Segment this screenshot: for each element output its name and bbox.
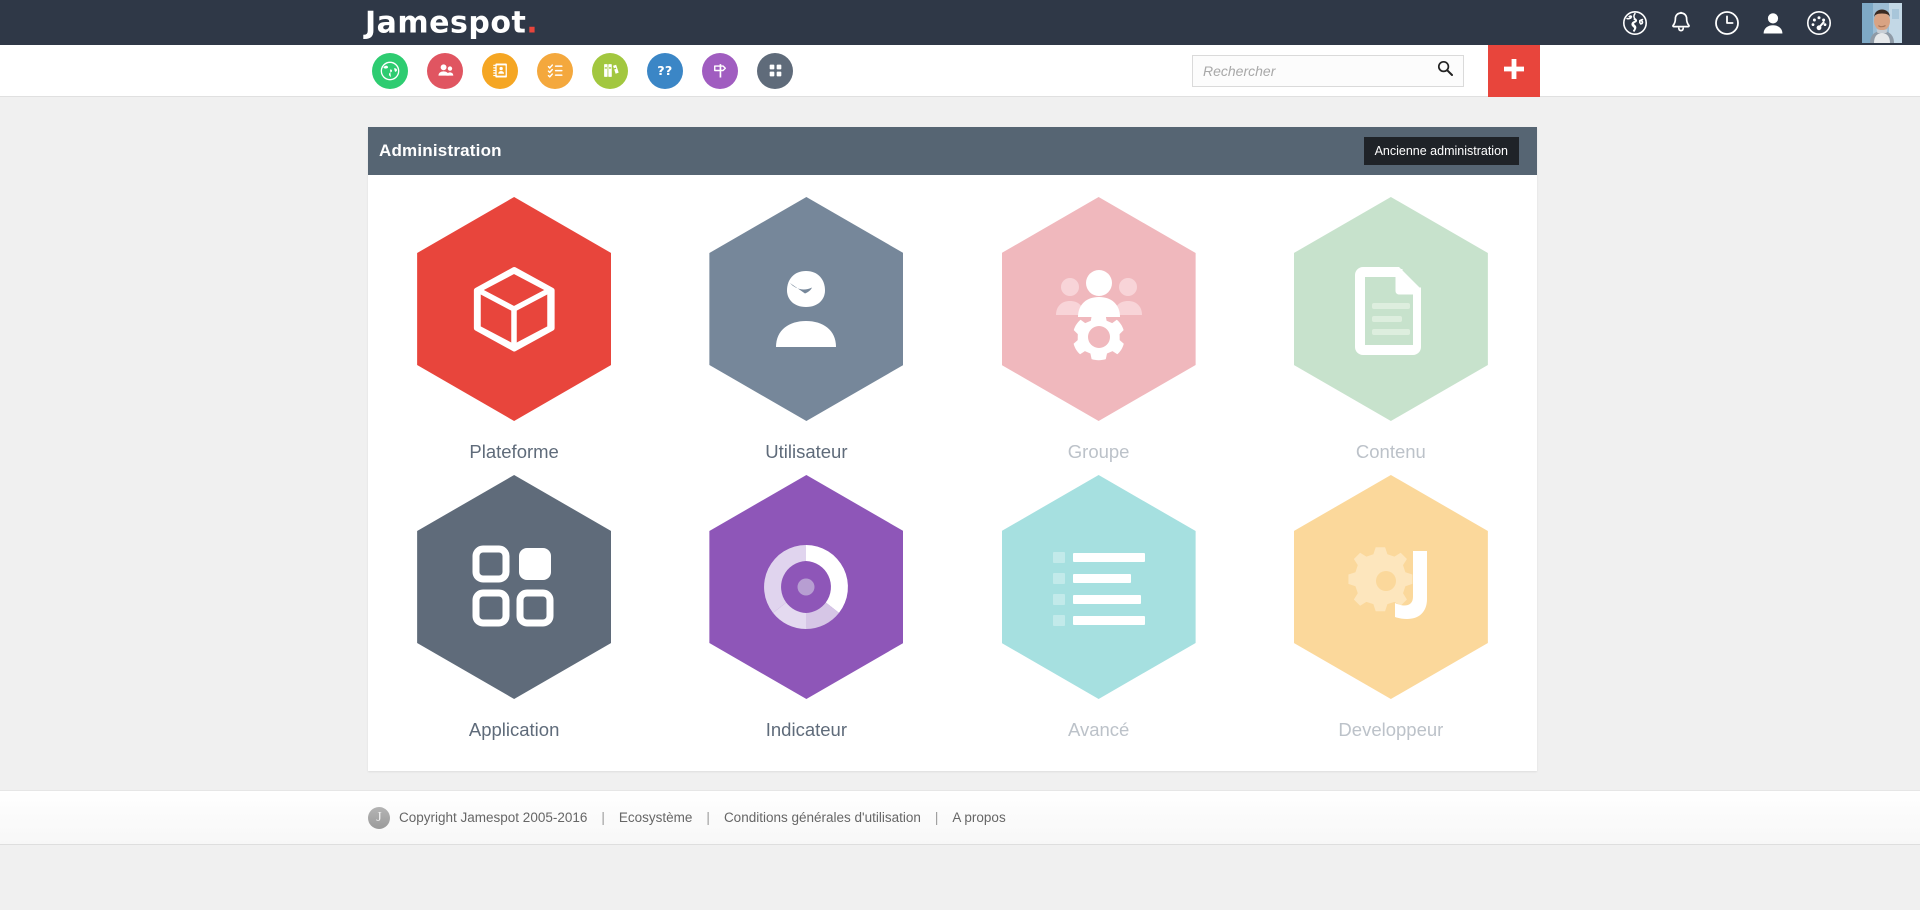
hexagon-groupe [1001,197,1196,421]
hexagon-application [417,475,612,699]
gear-j-icon [1335,537,1447,637]
hexagon-indicateur [709,475,904,699]
card-header: Administration Ancienne administration [368,127,1537,175]
donut-icon [752,533,860,641]
document-icon [1341,257,1441,361]
tile-label: Plateforme [469,441,559,462]
footer-content: J Copyright Jamespot 2005-2016 | Ecosyst… [368,806,1006,829]
user-icon[interactable] [1760,10,1786,36]
tile-label: Groupe [1067,441,1130,462]
jamespot-logo-icon: J [368,806,390,829]
administration-card: Administration Ancienne administration P… [368,127,1537,771]
plus-icon [1501,56,1527,87]
search-input[interactable] [1203,62,1437,79]
svg-text:?: ? [657,64,664,79]
app-faq-icon[interactable]: ?? [647,52,683,89]
avatar[interactable] [1862,3,1902,43]
app-checklist-icon[interactable] [537,52,573,89]
tile-label: Avancé [1067,719,1130,740]
tile-label: Utilisateur [765,441,848,462]
add-button[interactable] [1488,45,1540,97]
page-title: Administration [379,141,502,160]
copyright-text: Copyright Jamespot 2005-2016 [399,810,588,825]
footer-link-conditions[interactable]: Conditions générales d'utilisation [724,810,921,825]
tile-plateforme[interactable]: Plateforme [368,197,660,475]
bell-icon[interactable] [1668,10,1694,36]
search-box[interactable] [1192,54,1464,87]
app-launcher-icons: ?? [372,52,793,89]
admin-tiles-grid: Plateforme Utilisateur Groupe Contenu Ap… [368,175,1537,753]
footer-separator-3: | [934,810,939,825]
cube-icon [462,257,566,361]
tile-application[interactable]: Application [368,475,660,753]
clock-icon[interactable] [1714,10,1740,36]
tile-avance[interactable]: Avancé [953,475,1245,753]
logo-dot: . [526,5,539,40]
app-notebook-icon[interactable] [482,52,518,89]
search-icon[interactable] [1437,60,1453,81]
top-bar-icons [1622,0,1832,45]
app-globe-icon[interactable] [372,52,408,89]
tile-groupe[interactable]: Groupe [953,197,1245,475]
app-logo[interactable]: Jamespot. [365,5,538,40]
page-footer: J Copyright Jamespot 2005-2016 | Ecosyst… [0,790,1920,845]
tile-label: Contenu [1355,441,1426,462]
person-icon [754,257,858,361]
sub-nav-bar: ?? [0,45,1920,97]
tile-label: Developpeur [1338,719,1444,740]
hexagon-plateforme [417,197,612,421]
footer-separator-1: | [601,810,605,825]
app-people-icon[interactable] [427,52,463,89]
dashboard-icon[interactable] [1806,10,1832,36]
group-gear-icon [1044,257,1154,361]
tile-utilisateur[interactable]: Utilisateur [660,197,952,475]
footer-link-ecosysteme[interactable]: Ecosystème [619,810,693,825]
hexagon-contenu [1293,197,1488,421]
tile-developpeur[interactable]: Developpeur [1245,475,1537,753]
tile-label: Indicateur [765,719,847,740]
hexagon-developpeur [1293,475,1488,699]
top-bar: Jamespot. [0,0,1920,45]
hexagon-utilisateur [709,197,904,421]
old-administration-button[interactable]: Ancienne administration [1363,137,1519,165]
hexagon-avance [1001,475,1196,699]
tile-indicateur[interactable]: Indicateur [660,475,952,753]
grid-icon [464,537,564,637]
tile-contenu[interactable]: Contenu [1245,197,1537,475]
tile-label: Application [468,719,560,740]
app-signpost-icon[interactable] [702,52,738,89]
svg-text:?: ? [664,64,671,79]
globe-icon[interactable] [1622,10,1648,36]
app-books-icon[interactable] [592,52,628,89]
list-icon [1047,542,1151,632]
footer-separator-2: | [706,810,710,825]
logo-text: Jamespot [365,5,527,40]
app-grid-icon[interactable] [757,52,793,89]
footer-link-apropos[interactable]: A propos [952,810,1005,825]
